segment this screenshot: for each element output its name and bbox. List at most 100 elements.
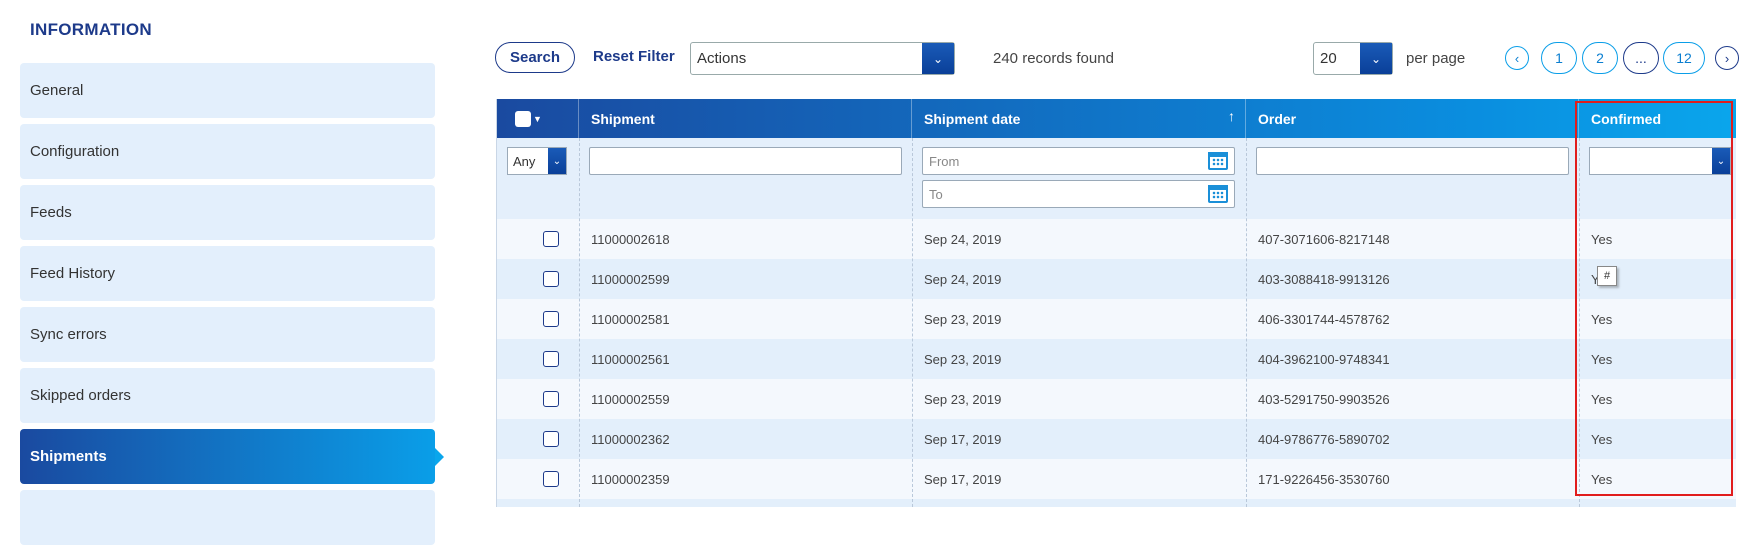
cell-date: Sep 17, 2019	[924, 431, 1002, 447]
header-order[interactable]: Order	[1246, 99, 1579, 138]
sidebar-item-label: Feeds	[30, 204, 72, 221]
search-button[interactable]: Search	[495, 42, 575, 73]
sidebar-item-label: Configuration	[30, 143, 120, 160]
page-ellipsis[interactable]: ...	[1623, 42, 1659, 74]
sidebar-item-feeds[interactable]: Feeds	[20, 185, 435, 240]
cell-confirmed: Yes	[1591, 391, 1613, 407]
date-from-input[interactable]: From	[922, 147, 1235, 175]
header-confirmed[interactable]: Confirmed	[1579, 99, 1736, 138]
page-button-1[interactable]: 1	[1541, 42, 1577, 74]
cell-date: Sep 24, 2019	[924, 231, 1002, 247]
row-checkbox[interactable]	[543, 271, 559, 287]
calendar-icon[interactable]	[1208, 152, 1228, 170]
table-row[interactable]: 11000002359 Sep 17, 2019 171-9226456-353…	[497, 459, 1736, 499]
next-page-button[interactable]: ›	[1715, 46, 1739, 70]
row-checkbox[interactable]	[543, 431, 559, 447]
header-shipment[interactable]: Shipment	[579, 99, 912, 138]
cell-shipment: 11000002359	[591, 471, 670, 487]
order-filter-input[interactable]	[1256, 147, 1569, 175]
table-header: ▼ Shipment Shipment date ↑ Order Confirm…	[497, 99, 1736, 138]
sidebar-item-sync-errors[interactable]: Sync errors	[20, 307, 435, 362]
sidebar-item-general[interactable]: General	[20, 63, 435, 118]
row-checkbox[interactable]	[543, 231, 559, 247]
column-divider	[1579, 138, 1580, 507]
page-button-12[interactable]: 12	[1663, 42, 1705, 74]
date-to-input[interactable]: To	[922, 180, 1235, 208]
chevron-down-icon[interactable]: ⌄	[922, 43, 954, 74]
row-checkbox[interactable]	[543, 351, 559, 367]
table-row[interactable]	[497, 499, 1736, 507]
records-count: 240 records found	[993, 50, 1114, 67]
table-row[interactable]: 11000002559 Sep 23, 2019 403-5291750-990…	[497, 379, 1736, 419]
per-page-select[interactable]: 20 ⌄	[1313, 42, 1393, 75]
column-divider	[1246, 138, 1247, 507]
shipment-filter-input[interactable]	[589, 147, 902, 175]
cell-date: Sep 23, 2019	[924, 311, 1002, 327]
cell-confirmed: Yes	[1591, 431, 1613, 447]
per-page-label: per page	[1406, 50, 1466, 67]
sidebar-item-skipped-orders[interactable]: Skipped orders	[20, 368, 435, 423]
cell-date: Sep 23, 2019	[924, 351, 1002, 367]
reset-filter-button[interactable]: Reset Filter	[593, 48, 675, 65]
cell-confirmed: Yes	[1591, 311, 1613, 327]
cell-shipment: 11000002599	[591, 271, 670, 287]
cell-confirmed: Yes	[1591, 231, 1613, 247]
cell-shipment: 11000002559	[591, 391, 670, 407]
cell-order: 403-5291750-9903526	[1258, 391, 1390, 407]
table-row[interactable]: 11000002618 Sep 24, 2019 407-3071606-821…	[497, 219, 1736, 259]
header-shipment-date[interactable]: Shipment date ↑	[912, 99, 1246, 138]
prev-page-button[interactable]: ‹	[1505, 46, 1529, 70]
chevron-right-icon: ›	[1724, 50, 1730, 66]
calendar-icon[interactable]	[1208, 185, 1228, 203]
actions-select[interactable]: Actions ⌄	[690, 42, 955, 75]
sidebar-item-label: Shipments	[30, 448, 107, 465]
caret-down-icon[interactable]: ▼	[533, 114, 542, 124]
select-filter-value: Any	[513, 153, 536, 169]
select-filter-dropdown[interactable]: Any ⌄	[507, 147, 567, 175]
cell-order: 171-9226456-3530760	[1258, 471, 1390, 487]
cell-order: 404-3962100-9748341	[1258, 351, 1390, 367]
table-row[interactable]: 11000002581 Sep 23, 2019 406-3301744-457…	[497, 299, 1736, 339]
cell-shipment: 11000002561	[591, 351, 670, 367]
cursor-tooltip: #	[1597, 266, 1617, 286]
row-checkbox[interactable]	[543, 391, 559, 407]
select-all-header[interactable]: ▼	[497, 99, 579, 138]
sidebar-item-label: Sync errors	[30, 326, 107, 343]
sidebar-item-feed-history[interactable]: Feed History	[20, 246, 435, 301]
page-button-2[interactable]: 2	[1582, 42, 1618, 74]
row-checkbox[interactable]	[543, 471, 559, 487]
confirmed-filter-dropdown[interactable]: ⌄	[1589, 147, 1731, 175]
shipments-table: ▼ Shipment Shipment date ↑ Order Confirm…	[496, 99, 1736, 507]
actions-select-value: Actions	[697, 50, 747, 67]
sidebar-item-label: General	[30, 82, 84, 99]
cell-date: Sep 17, 2019	[924, 471, 1002, 487]
cell-date: Sep 23, 2019	[924, 391, 1002, 407]
cell-order: 406-3301744-4578762	[1258, 311, 1390, 327]
column-divider	[579, 138, 580, 507]
table-row[interactable]: 11000002599 Sep 24, 2019 403-3088418-991…	[497, 259, 1736, 299]
cell-shipment: 11000002362	[591, 431, 670, 447]
sort-arrow-up-icon[interactable]: ↑	[1228, 108, 1235, 124]
date-to-placeholder: To	[929, 186, 943, 202]
per-page-value: 20	[1320, 50, 1337, 67]
cell-confirmed: Yes	[1591, 351, 1613, 367]
cell-order: 407-3071606-8217148	[1258, 231, 1390, 247]
sidebar-item-configuration[interactable]: Configuration	[20, 124, 435, 179]
sidebar-item-label: Skipped orders	[30, 387, 131, 404]
date-from-placeholder: From	[929, 153, 960, 169]
chevron-down-icon[interactable]: ⌄	[548, 148, 566, 174]
cell-date: Sep 24, 2019	[924, 271, 1002, 287]
sidebar-item-next[interactable]	[20, 490, 435, 545]
cell-confirmed: Yes	[1591, 471, 1613, 487]
sidebar-item-shipments[interactable]: Shipments	[20, 429, 444, 484]
chevron-down-icon[interactable]: ⌄	[1712, 148, 1730, 174]
filter-row: Any ⌄ From To ⌄	[497, 138, 1736, 219]
table-row[interactable]: 11000002362 Sep 17, 2019 404-9786776-589…	[497, 419, 1736, 459]
select-all-checkbox[interactable]	[515, 110, 531, 127]
row-checkbox[interactable]	[543, 311, 559, 327]
column-divider	[912, 138, 913, 507]
header-shipment-date-label: Shipment date	[924, 110, 1021, 127]
table-row[interactable]: 11000002561 Sep 23, 2019 404-3962100-974…	[497, 339, 1736, 379]
chevron-down-icon[interactable]: ⌄	[1360, 43, 1392, 74]
sidebar-title: INFORMATION	[30, 20, 152, 39]
